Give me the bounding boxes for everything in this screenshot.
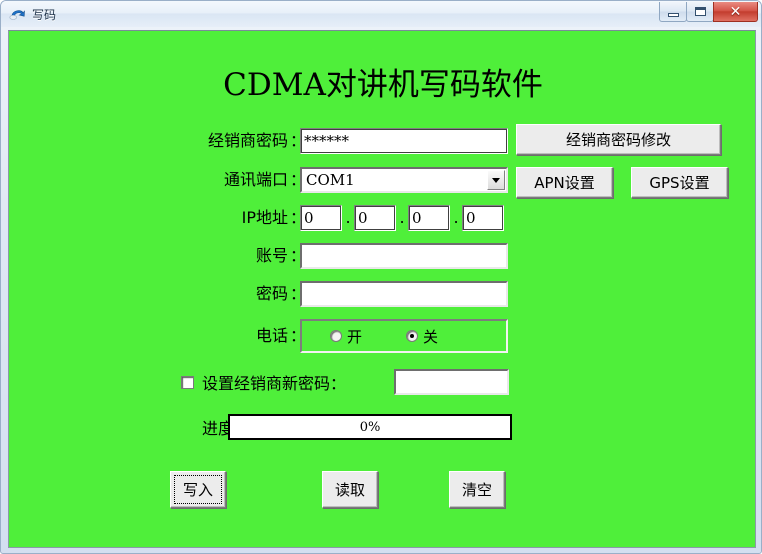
phone-label: 电话	[255, 326, 288, 345]
read-button[interactable]: 读取	[322, 471, 378, 508]
dealer-password-label: 经销商密码	[207, 131, 288, 150]
ip-separator-3: .	[453, 208, 459, 227]
window-title: 写码	[32, 7, 57, 22]
ip-address-label: IP地址	[241, 208, 288, 227]
phone-radio-group: 开 关	[300, 319, 508, 353]
comm-port-value: COM1	[306, 171, 355, 189]
row-password: 密码 ：	[164, 281, 508, 307]
clear-button[interactable]: 清空	[449, 471, 505, 508]
account-input[interactable]	[300, 243, 508, 269]
radio-unselected-icon[interactable]	[330, 330, 342, 342]
write-button-label: 写入	[182, 481, 213, 499]
maximize-icon	[694, 7, 706, 16]
ip-octet-4-input[interactable]: 0	[462, 205, 504, 231]
comm-port-label: 通讯端口	[223, 170, 288, 189]
account-label-cell: 账号	[164, 243, 288, 269]
title-bar[interactable]: 写码 ✕	[1, 1, 761, 27]
close-button[interactable]: ✕	[713, 2, 758, 22]
ip-octet-group: 0 . 0 . 0 . 0	[300, 205, 508, 231]
ip-octet-2-value: 0	[358, 209, 368, 227]
new-password-input[interactable]	[394, 369, 509, 395]
password-label-cell: 密码	[164, 281, 288, 307]
row-account: 账号 ：	[164, 243, 508, 269]
dealer-password-label-cell: 经销商密码	[164, 128, 288, 154]
ip-separator-2: .	[399, 208, 405, 227]
apn-settings-button[interactable]: APN设置	[516, 167, 613, 198]
ip-octet-4-value: 0	[466, 209, 476, 227]
row-progress: 进度： 0%	[202, 414, 512, 440]
password-input[interactable]	[300, 281, 508, 307]
dealer-password-input[interactable]: ******	[300, 128, 508, 154]
ip-separator-1: .	[345, 208, 351, 227]
dealer-password-value: ******	[304, 132, 349, 150]
gps-settings-button[interactable]: GPS设置	[631, 167, 728, 198]
close-icon: ✕	[729, 3, 742, 20]
chevron-down-icon[interactable]	[487, 170, 505, 190]
progress-bar: 0%	[228, 414, 512, 440]
phone-option-off-label: 关	[423, 327, 439, 346]
dealer-password-change-label: 经销商密码修改	[565, 131, 671, 149]
row-comm-port: 通讯端口 ： COM1	[164, 167, 508, 193]
ip-octet-1-input[interactable]: 0	[300, 205, 342, 231]
phone-option-on[interactable]: 开	[330, 326, 362, 347]
apn-settings-label: APN设置	[534, 174, 595, 192]
dealer-password-change-button[interactable]: 经销商密码修改	[516, 124, 721, 155]
page-title: CDMA对讲机写码软件	[223, 67, 543, 103]
progress-value: 0%	[359, 419, 381, 435]
phone-label-cell: 电话	[164, 319, 288, 353]
write-button[interactable]: 写入	[170, 471, 226, 508]
ip-octet-3-input[interactable]: 0	[408, 205, 450, 231]
ip-octet-2-input[interactable]: 0	[354, 205, 396, 231]
ip-octet-1-value: 0	[304, 209, 314, 227]
maximize-button[interactable]	[686, 2, 714, 22]
ip-address-label-cell: IP地址	[164, 205, 288, 231]
read-button-label: 读取	[334, 481, 365, 499]
row-dealer-password: 经销商密码 ： ******	[164, 128, 508, 154]
new-password-checkbox[interactable]	[181, 375, 194, 389]
minimize-icon	[667, 12, 679, 17]
client-area: CDMA对讲机写码软件 经销商密码 ： ****** 通讯端口 ： COM1 I…	[8, 30, 756, 548]
row-new-dealer-password: 设置经销商新密码：	[181, 369, 511, 395]
clear-button-label: 清空	[461, 481, 492, 499]
application-window: 写码 ✕ CDMA对讲机写码软件 经销商密码 ： ****** 通讯端口 ： C…	[0, 0, 762, 554]
account-label: 账号	[255, 246, 288, 265]
row-phone: 电话 ： 开 关	[164, 319, 508, 353]
row-ip-address: IP地址 ： 0 . 0 . 0 . 0	[164, 205, 504, 231]
phone-option-off[interactable]: 关	[406, 326, 438, 347]
comm-port-label-cell: 通讯端口	[164, 167, 288, 193]
radio-selected-icon[interactable]	[406, 330, 419, 342]
ip-octet-3-value: 0	[412, 209, 422, 227]
new-password-label: 设置经销商新密码：	[202, 374, 347, 393]
back-arrow-icon	[8, 5, 26, 23]
minimize-button[interactable]	[659, 2, 687, 22]
comm-port-select[interactable]: COM1	[300, 167, 508, 193]
gps-settings-label: GPS设置	[649, 174, 710, 192]
window-controls: ✕	[659, 2, 758, 23]
phone-option-on-label: 开	[347, 327, 363, 346]
password-label: 密码	[255, 284, 288, 303]
